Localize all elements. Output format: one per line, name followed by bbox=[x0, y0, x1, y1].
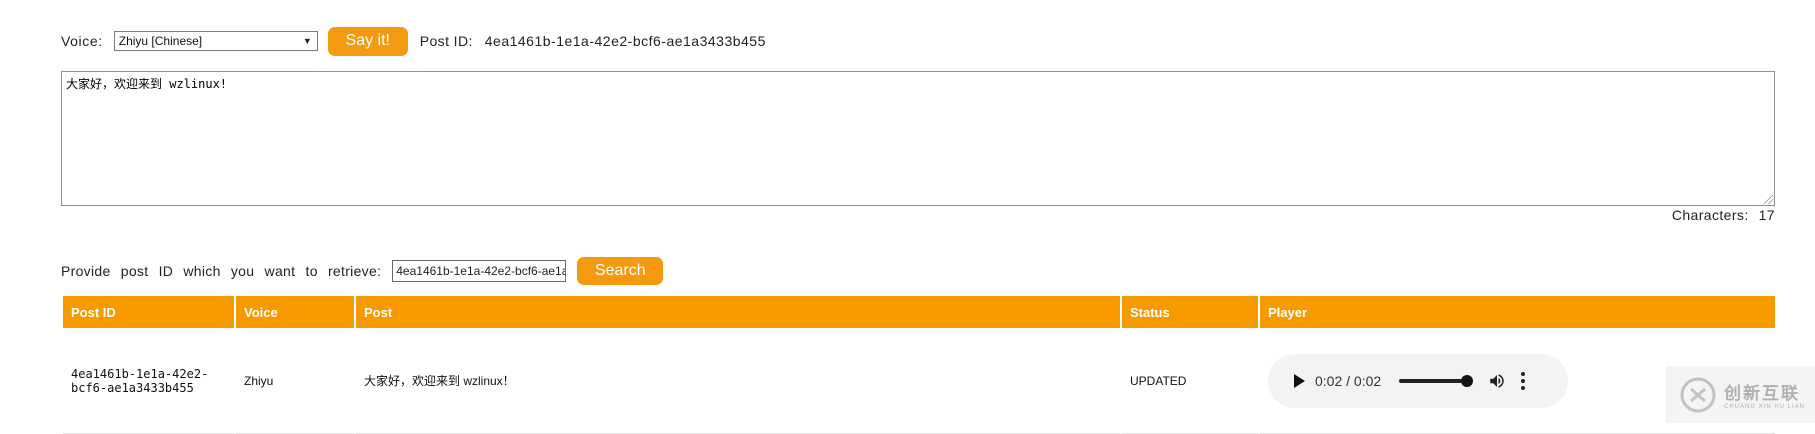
seek-knob[interactable] bbox=[1461, 374, 1474, 387]
post-textarea[interactable]: 大家好，欢迎来到 wzlinux! bbox=[61, 71, 1775, 206]
row-post-id: 4ea1461b-1e1a-42e2- bcf6-ae1a3433b455 bbox=[71, 366, 209, 395]
cell-post: 大家好，欢迎来到 wzlinux！ bbox=[356, 328, 1120, 434]
voice-select[interactable]: Zhiyu [Chinese] ▼ bbox=[113, 31, 318, 51]
audio-player: 0:02 / 0:02 bbox=[1268, 353, 1568, 408]
character-count: Characters: 17 bbox=[1672, 207, 1775, 223]
voice-row: Voice: Zhiyu [Chinese] ▼ Say it! Post ID… bbox=[61, 26, 766, 56]
search-button[interactable]: Search bbox=[577, 257, 664, 285]
chevron-down-icon: ▼ bbox=[302, 36, 312, 46]
more-vert-icon[interactable] bbox=[1521, 371, 1526, 390]
characters-label: Characters: bbox=[1671, 207, 1749, 223]
table-header: Post ID Voice Post Status Player bbox=[63, 296, 1775, 328]
say-it-button[interactable]: Say it! bbox=[327, 26, 408, 56]
watermark-text: 创新互联 CHUANG XIN HU LIAN bbox=[1724, 379, 1805, 410]
post-text: 大家好，欢迎来到 wzlinux! bbox=[66, 77, 228, 91]
voice-select-value: Zhiyu [Chinese] bbox=[118, 34, 203, 48]
seek-slider[interactable] bbox=[1399, 374, 1474, 387]
watermark-logo: 创新互联 CHUANG XIN HU LIAN bbox=[1666, 366, 1815, 423]
header-voice: Voice bbox=[236, 296, 354, 328]
resize-grip-icon[interactable] bbox=[1764, 195, 1773, 204]
characters-value: 17 bbox=[1758, 207, 1775, 223]
post-id-label: Post ID: bbox=[419, 33, 473, 49]
table-row: 4ea1461b-1e1a-42e2- bcf6-ae1a3433b455 Zhi… bbox=[63, 328, 1775, 434]
retrieve-prompt: Provide post ID which you want to retrie… bbox=[61, 263, 382, 279]
voice-label: Voice: bbox=[61, 33, 103, 49]
post-id-display: Post ID: 4ea1461b-1e1a-42e2-bcf6-ae1a3433… bbox=[420, 33, 766, 49]
header-status: Status bbox=[1122, 296, 1258, 328]
cell-voice: Zhiyu bbox=[236, 328, 354, 434]
row-post: 大家好，欢迎来到 wzlinux！ bbox=[364, 374, 515, 388]
posts-table: Post ID Voice Post Status Player 4ea1461… bbox=[63, 296, 1775, 434]
header-post-id: Post ID bbox=[63, 296, 234, 328]
watermark-en: CHUANG XIN HU LIAN bbox=[1724, 404, 1806, 410]
header-post: Post bbox=[356, 296, 1120, 328]
row-status: UPDATED bbox=[1130, 373, 1187, 388]
watermark-cn: 创新互联 bbox=[1724, 384, 1800, 403]
logo-icon bbox=[1680, 377, 1716, 412]
retrieve-row: Provide post ID which you want to retrie… bbox=[61, 256, 664, 286]
row-voice: Zhiyu bbox=[244, 373, 274, 388]
volume-icon[interactable] bbox=[1487, 372, 1507, 390]
header-player: Player bbox=[1260, 296, 1775, 328]
post-id-value: 4ea1461b-1e1a-42e2-bcf6-ae1a3433b455 bbox=[484, 33, 766, 49]
cell-post-id: 4ea1461b-1e1a-42e2- bcf6-ae1a3433b455 bbox=[63, 328, 234, 434]
player-time: 0:02 / 0:02 bbox=[1315, 372, 1382, 389]
cell-status: UPDATED bbox=[1122, 328, 1258, 434]
play-icon[interactable] bbox=[1294, 373, 1305, 388]
post-id-search-input[interactable]: 4ea1461b-1e1a-42e2-bcf6-ae1a3433b455 bbox=[392, 260, 567, 282]
